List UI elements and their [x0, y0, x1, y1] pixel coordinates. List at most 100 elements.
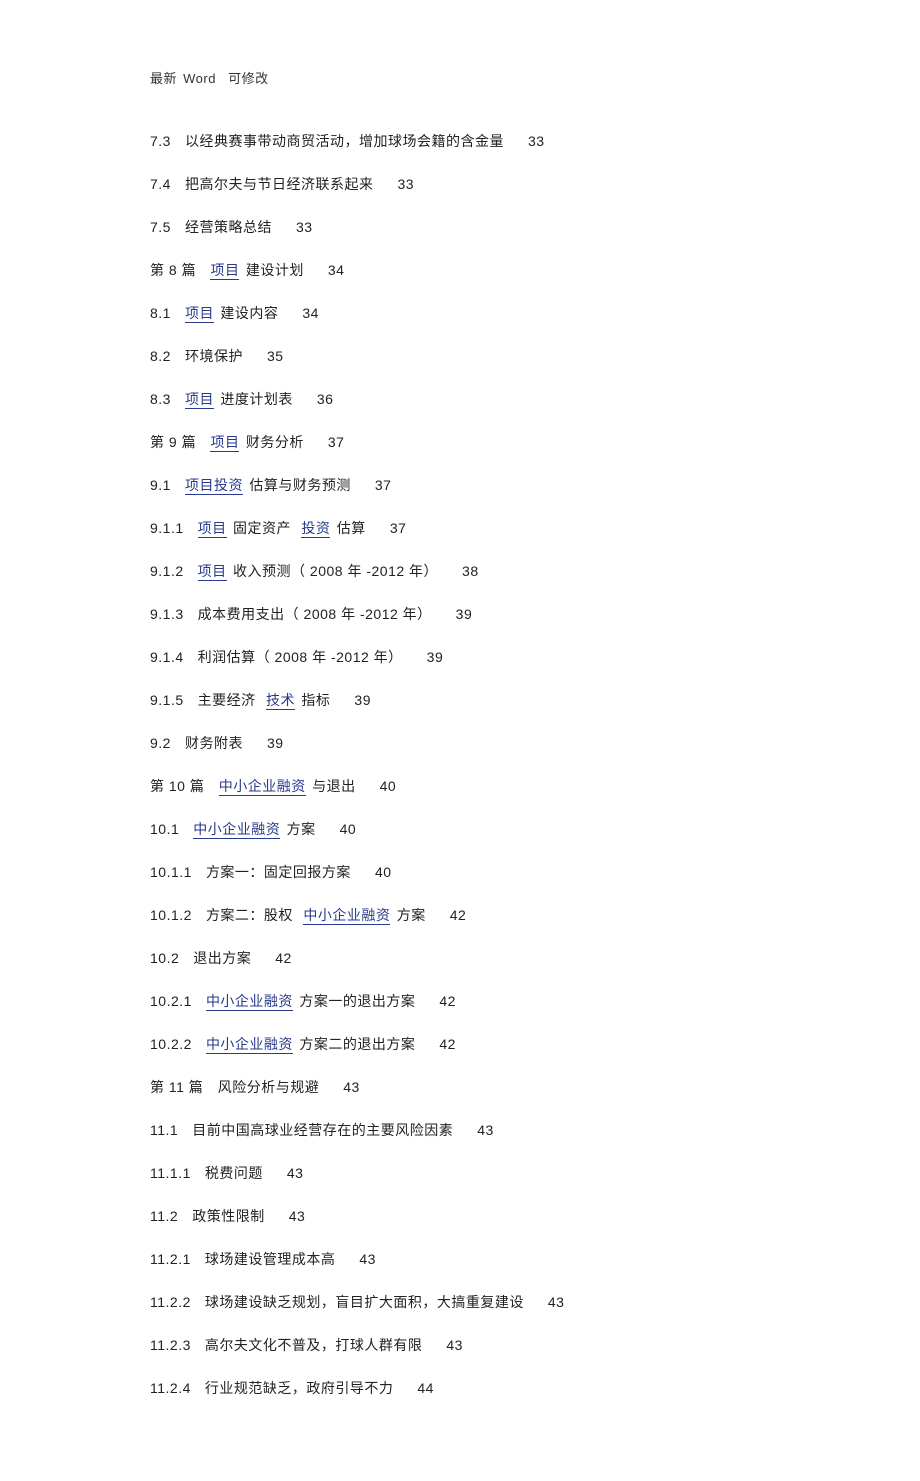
toc-number: 第 10 篇 [150, 778, 204, 794]
toc-text: 利润估算（ 2008 年 -2012 年） [198, 649, 403, 665]
toc-page-number: 43 [289, 1208, 306, 1224]
toc-link[interactable]: 项目 [185, 391, 214, 409]
toc-text: 财务附表 [185, 735, 243, 751]
toc-page-number: 39 [456, 606, 473, 622]
toc-link[interactable]: 投资 [301, 520, 330, 538]
toc-number: 7.4 [150, 176, 171, 192]
toc-entry: 11.2.3 高尔夫文化不普及，打球人群有限 43 [150, 1335, 770, 1356]
toc-link[interactable]: 中小企业融资 [206, 1036, 293, 1054]
toc-number: 第 11 篇 [150, 1079, 203, 1095]
toc-number: 第 9 篇 [150, 434, 196, 450]
toc-page-number: 43 [548, 1294, 565, 1310]
toc-link[interactable]: 项目 [210, 434, 239, 452]
toc-entry: 9.1.5主要经济 技术 指标39 [150, 690, 770, 711]
toc-page-number: 43 [343, 1079, 360, 1095]
toc-number: 9.1.1 [150, 520, 184, 536]
toc-link[interactable]: 中小企业融资 [303, 907, 390, 925]
toc-entry: 10.1中小企业融资 方案40 [150, 819, 770, 840]
toc-page-number: 37 [328, 434, 345, 450]
toc-text: 方案二：股权 [206, 907, 297, 923]
toc-link[interactable]: 中小企业融资 [206, 993, 293, 1011]
toc-page-number: 34 [302, 305, 319, 321]
toc-page-number: 42 [439, 1036, 456, 1052]
toc-text: 固定资产 [229, 520, 296, 536]
toc-entry: 10.2.1中小企业融资 方案一的退出方案42 [150, 991, 770, 1012]
page-header: 最新 Word 可修改 [150, 68, 770, 87]
toc-link[interactable]: 中小企业融资 [193, 821, 280, 839]
toc-page-number: 44 [417, 1380, 434, 1396]
toc-entry: 9.2财务附表39 [150, 733, 770, 754]
toc-entry: 7.4 把高尔夫与节日经济联系起来 33 [150, 174, 770, 195]
toc-text: 指标 [297, 692, 330, 708]
toc-number: 第 8 篇 [150, 262, 196, 278]
header-tag-latest: 最新 [150, 71, 177, 86]
toc-link[interactable]: 项目 [198, 563, 227, 581]
toc-number: 8.2 [150, 348, 171, 364]
toc-page-number: 39 [427, 649, 444, 665]
toc-page-number: 40 [380, 778, 397, 794]
toc-entry: 10.2退出方案42 [150, 948, 770, 969]
toc-text: 财务分析 [241, 434, 303, 450]
document-page: 最新 Word 可修改 7.3以经典赛事带动商贸活动，增加球场会籍的含金量337… [0, 0, 920, 1481]
toc-entry: 8.1项目 建设内容34 [150, 303, 770, 324]
toc-link[interactable]: 项目 [210, 262, 239, 280]
toc-link[interactable]: 项目 [198, 520, 227, 538]
toc-entry: 第 8 篇 项目 建设计划 34 [150, 260, 770, 281]
toc-text: 方案一：固定回报方案 [206, 864, 351, 880]
toc-page-number: 33 [397, 176, 414, 192]
toc-number: 9.1.3 [150, 606, 184, 622]
toc-number: 11.2.2 [150, 1294, 191, 1310]
toc-text: 把高尔夫与节日经济联系起来 [185, 176, 374, 192]
toc-entry: 11.1目前中国高球业经营存在的主要风险因素43 [150, 1120, 770, 1141]
toc-text: 与退出 [308, 778, 356, 794]
toc-entry: 第 9 篇 项目 财务分析 37 [150, 432, 770, 453]
toc-page-number: 39 [267, 735, 284, 751]
toc-number: 11.2.1 [150, 1251, 191, 1267]
toc-entry: 11.2.4行业规范缺乏，政府引导不力44 [150, 1378, 770, 1399]
toc-link[interactable]: 项目投资 [185, 477, 243, 495]
toc-text: 经营策略总结 [185, 219, 272, 235]
toc-text: 方案 [282, 821, 315, 837]
toc-page-number: 43 [446, 1337, 463, 1353]
header-tag-word: Word [183, 71, 216, 86]
toc-text: 建设内容 [216, 305, 278, 321]
toc-text: 方案 [392, 907, 425, 923]
toc-entry: 9.1.3 成本费用支出（ 2008 年 -2012 年） 39 [150, 604, 770, 625]
toc-entry: 10.1.1方案一：固定回报方案40 [150, 862, 770, 883]
toc-text: 税费问题 [205, 1165, 263, 1181]
toc-number: 9.1.2 [150, 563, 184, 579]
toc-text: 方案一的退出方案 [295, 993, 415, 1009]
toc-page-number: 38 [462, 563, 479, 579]
toc-link[interactable]: 项目 [185, 305, 214, 323]
toc-page-number: 37 [375, 477, 392, 493]
toc-number: 7.5 [150, 219, 171, 235]
toc-number: 11.2.4 [150, 1380, 191, 1396]
toc-number: 10.2.2 [150, 1036, 192, 1052]
toc-text: 高尔夫文化不普及，打球人群有限 [205, 1337, 423, 1353]
toc-text: 以经典赛事带动商贸活动，增加球场会籍的含金量 [185, 133, 504, 149]
toc-text: 成本费用支出（ 2008 年 -2012 年） [198, 606, 432, 622]
toc-page-number: 39 [354, 692, 371, 708]
toc-page-number: 34 [328, 262, 345, 278]
toc-text: 退出方案 [193, 950, 251, 966]
toc-entry: 9.1.2项目 收入预测（ 2008 年 -2012 年）38 [150, 561, 770, 582]
toc-number: 10.2.1 [150, 993, 192, 1009]
toc-entry: 第 10 篇 中小企业融资 与退出 40 [150, 776, 770, 797]
toc-text: 政策性限制 [192, 1208, 265, 1224]
toc-page-number: 40 [375, 864, 392, 880]
toc-number: 10.2 [150, 950, 179, 966]
toc-number: 11.2 [150, 1208, 178, 1224]
toc-link[interactable]: 技术 [266, 692, 295, 710]
toc-text: 建设计划 [241, 262, 303, 278]
toc-entry: 8.2环境保护35 [150, 346, 770, 367]
toc-page-number: 42 [450, 907, 467, 923]
toc-entry: 9.1项目投资 估算与财务预测37 [150, 475, 770, 496]
toc-number: 8.3 [150, 391, 171, 407]
toc-number: 11.2.3 [150, 1337, 191, 1353]
table-of-contents: 7.3 以经典赛事带动商贸活动，增加球场会籍的含金量 33 7.4 把高尔夫与节日经济联… [150, 131, 770, 1399]
toc-entry: 11.2.1球场建设管理成本高43 [150, 1249, 770, 1270]
toc-text: 球场建设缺乏规划，盲目扩大面积，大搞重复建设 [205, 1294, 524, 1310]
toc-number: 7.3 [150, 133, 171, 149]
toc-text: 方案二的退出方案 [295, 1036, 415, 1052]
toc-link[interactable]: 中小企业融资 [219, 778, 306, 796]
